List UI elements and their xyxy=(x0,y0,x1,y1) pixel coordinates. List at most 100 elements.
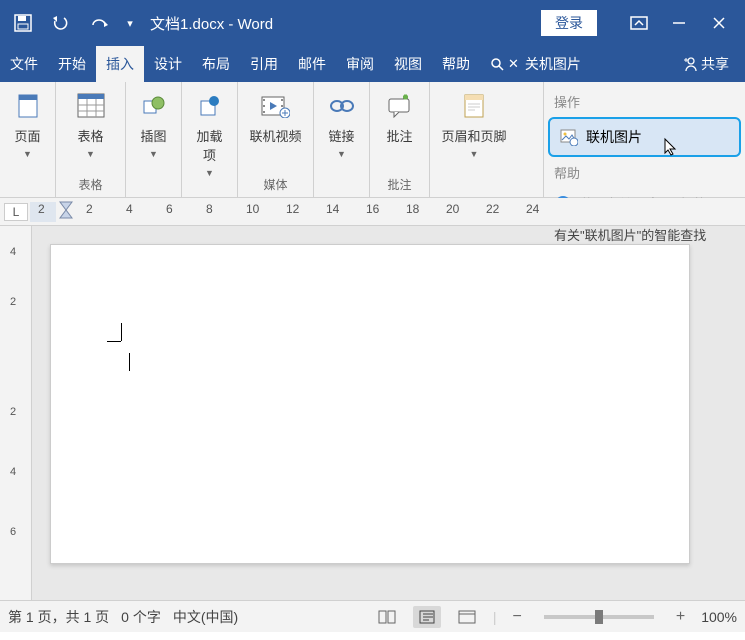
status-page[interactable]: 第 1 页，共 1 页 xyxy=(8,607,109,627)
group-links: 链接▼ xyxy=(314,82,370,197)
ruler-tick: 24 xyxy=(526,202,539,216)
group-comments: 批注 批注 xyxy=(370,82,430,197)
ruler-tick: 8 xyxy=(206,202,213,216)
zoom-in-button[interactable]: + xyxy=(672,608,689,626)
tab-design[interactable]: 设计 xyxy=(144,46,192,82)
cursor-icon xyxy=(663,137,679,157)
redo-button[interactable] xyxy=(82,6,116,40)
video-icon xyxy=(259,90,291,122)
ruler-tick: 14 xyxy=(326,202,339,216)
ribbon-display-button[interactable] xyxy=(619,5,659,41)
ruler-tick: 12 xyxy=(286,202,299,216)
shapes-icon xyxy=(138,90,170,122)
group-media: 联机视频 媒体 xyxy=(238,82,314,197)
group-label-comments: 批注 xyxy=(387,174,411,195)
panel-header-ops: 操作 xyxy=(544,88,745,115)
view-print-button[interactable] xyxy=(413,606,441,628)
links-button[interactable]: 链接▼ xyxy=(320,88,364,161)
close-button[interactable] xyxy=(699,5,739,41)
title-bar: ▾ 文档1.docx - Word 登录 xyxy=(0,0,745,46)
group-addins: 加载 项▼ xyxy=(182,82,238,197)
ruler-tick: 16 xyxy=(366,202,379,216)
save-button[interactable] xyxy=(6,6,40,40)
addins-icon xyxy=(194,90,226,122)
result-label: 联机图片 xyxy=(586,127,642,147)
minimize-button[interactable] xyxy=(659,5,699,41)
vruler-tick: 6 xyxy=(10,526,16,538)
online-picture-icon xyxy=(560,128,578,146)
ruler-tick: 22 xyxy=(486,202,499,216)
ruler-ticks: 24681012141618202224 xyxy=(56,198,745,225)
view-read-button[interactable] xyxy=(373,606,401,628)
tab-insert[interactable]: 插入 xyxy=(96,46,144,82)
share-label: 共享 xyxy=(701,54,729,74)
status-language[interactable]: 中文(中国) xyxy=(173,607,238,627)
text-cursor xyxy=(129,353,130,371)
tell-me-search[interactable]: ✕ 关机图片 xyxy=(480,46,591,82)
ruler-tick: 4 xyxy=(126,202,133,216)
header-footer-button[interactable]: 页眉和页脚▼ xyxy=(437,88,510,161)
vruler-tick: 4 xyxy=(10,466,16,478)
zoom-thumb[interactable] xyxy=(595,610,603,624)
pages-button[interactable]: 页面▼ xyxy=(6,88,50,161)
panel-header-help: 帮助 xyxy=(544,159,745,186)
tab-file[interactable]: 文件 xyxy=(0,46,48,82)
table-button[interactable]: 表格▼ xyxy=(69,88,113,161)
online-video-button[interactable]: 联机视频 xyxy=(245,88,305,147)
illustrations-button[interactable]: 插图▼ xyxy=(132,88,176,161)
tab-mail[interactable]: 邮件 xyxy=(288,46,336,82)
view-web-button[interactable] xyxy=(453,606,481,628)
tab-review[interactable]: 审阅 xyxy=(336,46,384,82)
person-plus-icon xyxy=(682,56,698,72)
group-label-tables: 表格 xyxy=(78,174,102,195)
tab-selector[interactable]: L xyxy=(4,203,28,221)
header-footer-icon xyxy=(458,90,490,122)
vruler-tick: 4 xyxy=(10,246,16,258)
tab-help[interactable]: 帮助 xyxy=(432,46,480,82)
status-bar: 第 1 页，共 1 页 0 个字 中文(中国) | − + 100% xyxy=(0,600,745,632)
tab-references[interactable]: 引用 xyxy=(240,46,288,82)
horizontal-ruler[interactable]: L 2 24681012141618202224 xyxy=(0,198,745,226)
ribbon: 页面▼ 表格▼ 表格 插图▼ 加载 项▼ 联机视频 媒体 xyxy=(0,82,745,198)
ribbon-tabs: 文件 开始 插入 设计 布局 引用 邮件 审阅 视图 帮助 ✕ 关机图片 共享 xyxy=(0,46,745,82)
tab-layout[interactable]: 布局 xyxy=(192,46,240,82)
zoom-out-button[interactable]: − xyxy=(509,608,526,626)
ruler-tick: 6 xyxy=(166,202,173,216)
comment-icon xyxy=(384,90,416,122)
ruler-tick: 10 xyxy=(246,202,259,216)
undo-button[interactable] xyxy=(44,6,78,40)
group-headerfooter: 页眉和页脚▼ xyxy=(430,82,518,197)
share-button[interactable]: 共享 xyxy=(672,46,745,82)
link-icon xyxy=(326,90,358,122)
login-button[interactable]: 登录 xyxy=(541,10,597,36)
document-title: 文档1.docx - Word xyxy=(150,13,541,34)
table-icon xyxy=(75,90,107,122)
zoom-slider[interactable] xyxy=(544,615,654,619)
addins-button[interactable]: 加载 项▼ xyxy=(188,88,232,180)
page-container[interactable] xyxy=(32,226,745,600)
search-icon xyxy=(490,57,504,71)
vertical-ruler[interactable]: 4 2 2 4 6 xyxy=(0,226,32,600)
comment-button[interactable]: 批注 xyxy=(378,88,422,147)
tell-me-results-panel: 操作 联机图片 帮助 ? 获取有关"联机图片"的 有关"联机图片"的智能查找 xyxy=(543,82,745,197)
tab-view[interactable]: 视图 xyxy=(384,46,432,82)
ruler-tick: 18 xyxy=(406,202,419,216)
document-page[interactable] xyxy=(50,244,690,564)
clear-search-icon[interactable]: ✕ xyxy=(508,56,519,72)
group-illustrations: 插图▼ xyxy=(126,82,182,197)
result-online-pictures[interactable]: 联机图片 xyxy=(548,117,741,157)
tab-home[interactable]: 开始 xyxy=(48,46,96,82)
group-pages: 页面▼ xyxy=(0,82,56,197)
page-icon xyxy=(12,90,44,122)
vruler-tick: 2 xyxy=(10,406,16,418)
ruler-margin: 2 xyxy=(30,202,56,222)
status-words[interactable]: 0 个字 xyxy=(121,607,161,627)
zoom-level[interactable]: 100% xyxy=(701,609,737,625)
search-text: 关机图片 xyxy=(525,54,581,74)
qat-customize-button[interactable]: ▾ xyxy=(120,6,140,40)
document-area: 4 2 2 4 6 xyxy=(0,226,745,600)
group-label-media: 媒体 xyxy=(263,174,287,195)
ruler-tick: 2 xyxy=(86,202,93,216)
ruler-tick: 20 xyxy=(446,202,459,216)
vruler-tick: 2 xyxy=(10,296,16,308)
